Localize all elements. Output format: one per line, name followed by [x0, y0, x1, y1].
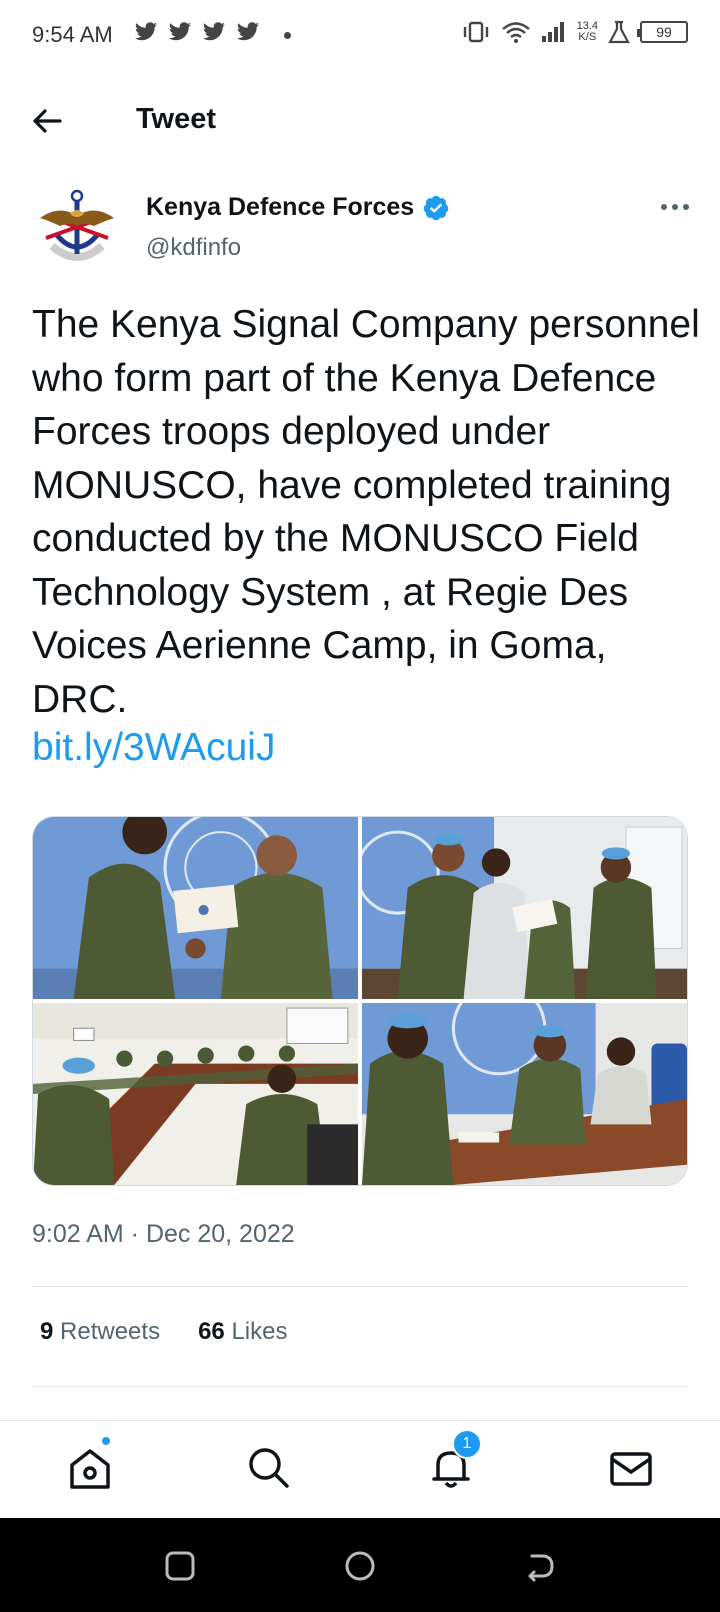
- network-speed-unit: K/S: [578, 31, 597, 43]
- twitter-notification-icon: [135, 22, 157, 41]
- home-new-dot: [100, 1435, 112, 1447]
- search-icon: [249, 1448, 289, 1488]
- divider: [32, 1386, 688, 1387]
- tweet-stats: 9 Retweets 66 Likes: [40, 1318, 287, 1346]
- notification-icons: [134, 22, 291, 42]
- twitter-notification-icon: [237, 22, 259, 41]
- status-bar: 9:54 AM 13.4 K/S 99: [0, 0, 720, 72]
- notification-badge: 1: [452, 1429, 482, 1459]
- app-header: Tweet: [0, 88, 720, 154]
- home-button-icon[interactable]: [340, 1546, 380, 1586]
- author-name[interactable]: Kenya Defence Forces: [146, 193, 414, 222]
- tweet-link[interactable]: bit.ly/3WAcuiJ: [32, 726, 275, 770]
- tweet-media-grid: [32, 816, 688, 1186]
- photo-4[interactable]: [362, 1003, 687, 1185]
- tweet-text: The Kenya Signal Company personnel who f…: [32, 303, 700, 721]
- system-nav-bar: [0, 1518, 720, 1612]
- retweets-label: Retweets: [60, 1318, 161, 1345]
- nav-search[interactable]: [244, 1443, 294, 1493]
- author-avatar[interactable]: [32, 186, 122, 276]
- vibrate-icon: [463, 21, 488, 43]
- network-speed: 13.4 K/S: [577, 21, 598, 43]
- bottom-nav: 1: [0, 1420, 720, 1518]
- divider: [32, 1286, 688, 1287]
- tweet-timestamp[interactable]: 9:02 AM · Dec 20, 2022: [32, 1220, 295, 1249]
- more-notifications-dot: [284, 31, 291, 39]
- retweets-count: 9: [40, 1318, 54, 1345]
- page-title: Tweet: [136, 103, 217, 135]
- home-icon: [70, 1449, 110, 1489]
- twitter-notification-icon: [169, 22, 191, 41]
- photo-3[interactable]: [33, 1003, 358, 1185]
- more-options-icon[interactable]: [660, 200, 690, 214]
- battery-indicator: 99: [637, 21, 688, 43]
- kdf-logo-icon: [33, 187, 121, 275]
- author-handle[interactable]: @kdfinfo: [146, 234, 241, 262]
- nav-home[interactable]: [65, 1443, 115, 1493]
- wifi-icon: [501, 22, 530, 43]
- twitter-notification-icon: [203, 22, 225, 41]
- verified-badge-icon: [423, 195, 449, 220]
- retweets-stat[interactable]: 9 Retweets: [40, 1318, 160, 1346]
- photo-2[interactable]: [362, 817, 687, 999]
- status-time: 9:54 AM: [32, 22, 113, 47]
- author-name-row[interactable]: Kenya Defence Forces: [146, 193, 450, 222]
- likes-stat[interactable]: 66 Likes: [198, 1318, 287, 1346]
- back-arrow-icon[interactable]: [30, 104, 64, 138]
- nav-messages[interactable]: [606, 1443, 656, 1493]
- likes-label: Likes: [231, 1318, 288, 1345]
- flask-icon: [608, 20, 630, 44]
- signal-icon: [541, 22, 564, 42]
- recent-apps-icon[interactable]: [160, 1546, 200, 1586]
- battery-level: 99: [656, 24, 672, 40]
- photo-1[interactable]: [33, 817, 358, 999]
- likes-count: 66: [198, 1318, 225, 1345]
- back-button-icon[interactable]: [520, 1546, 560, 1586]
- messages-icon: [610, 1452, 652, 1486]
- status-indicators: 13.4 K/S 99: [461, 20, 688, 44]
